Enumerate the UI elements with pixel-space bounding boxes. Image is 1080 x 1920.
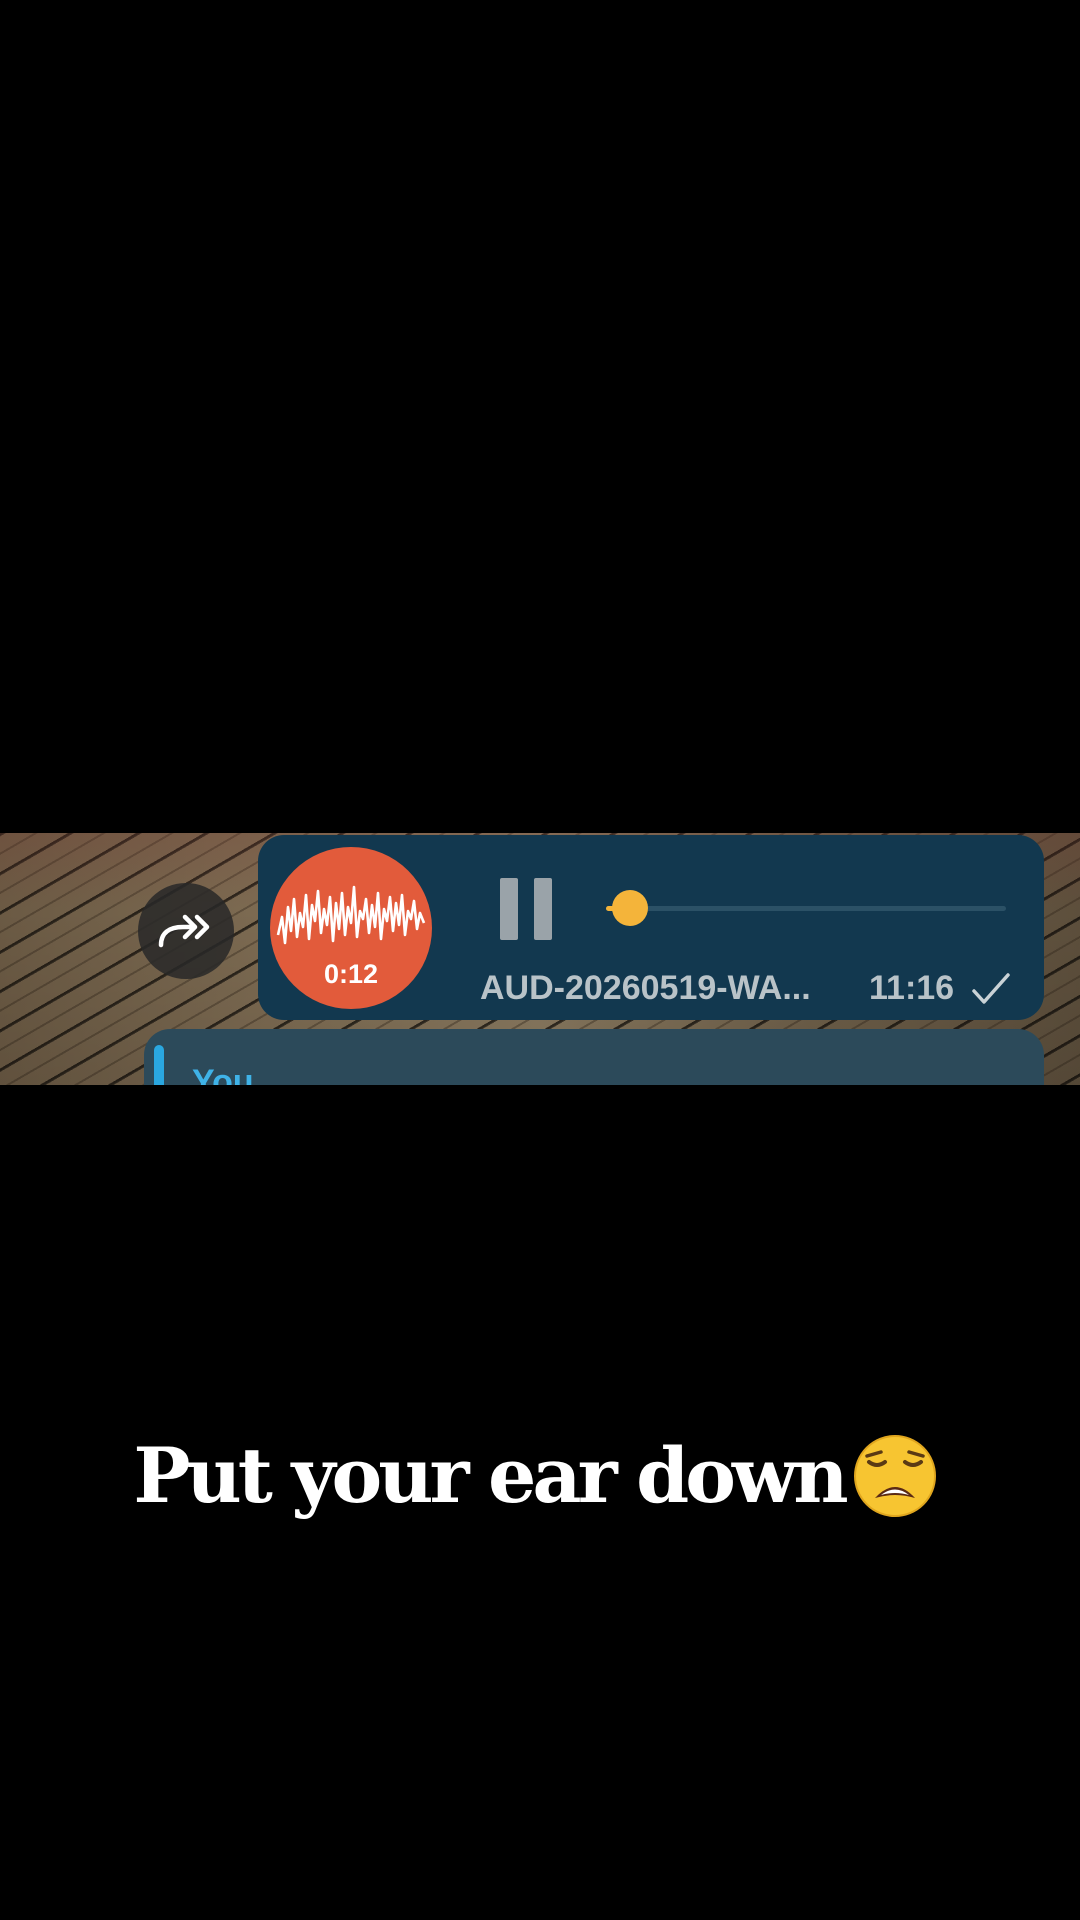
check-icon bbox=[972, 973, 1010, 1004]
forward-button[interactable] bbox=[138, 883, 234, 979]
reply-message-bubble[interactable]: You bbox=[144, 1029, 1044, 1085]
pause-button[interactable] bbox=[500, 878, 556, 940]
reply-accent-bar bbox=[154, 1045, 164, 1085]
pause-icon bbox=[500, 878, 518, 940]
audio-progress-slider[interactable] bbox=[606, 890, 1006, 926]
forward-icon bbox=[158, 914, 210, 948]
reply-sender: You bbox=[192, 1063, 254, 1085]
message-time: 11:16 bbox=[869, 969, 955, 1007]
audio-thumbnail[interactable]: 0:12 bbox=[270, 847, 432, 1009]
audio-progress-thumb[interactable] bbox=[612, 890, 648, 926]
audio-message-bubble[interactable]: 0:12 AUD-20260519-WA... 11:16 bbox=[258, 835, 1044, 1020]
video-frame: 0:12 AUD-20260519-WA... 11:16 You Put yo… bbox=[0, 0, 1080, 1920]
audio-file-name: AUD-20260519-WA... bbox=[480, 969, 811, 1007]
caption-text: Put your ear down bbox=[133, 1431, 848, 1520]
chat-screenshot: 0:12 AUD-20260519-WA... 11:16 You bbox=[0, 833, 1080, 1085]
weary-face-emoji-icon bbox=[853, 1435, 936, 1517]
audio-duration: 0:12 bbox=[323, 959, 379, 989]
video-caption: Put your ear down bbox=[0, 1432, 1080, 1520]
